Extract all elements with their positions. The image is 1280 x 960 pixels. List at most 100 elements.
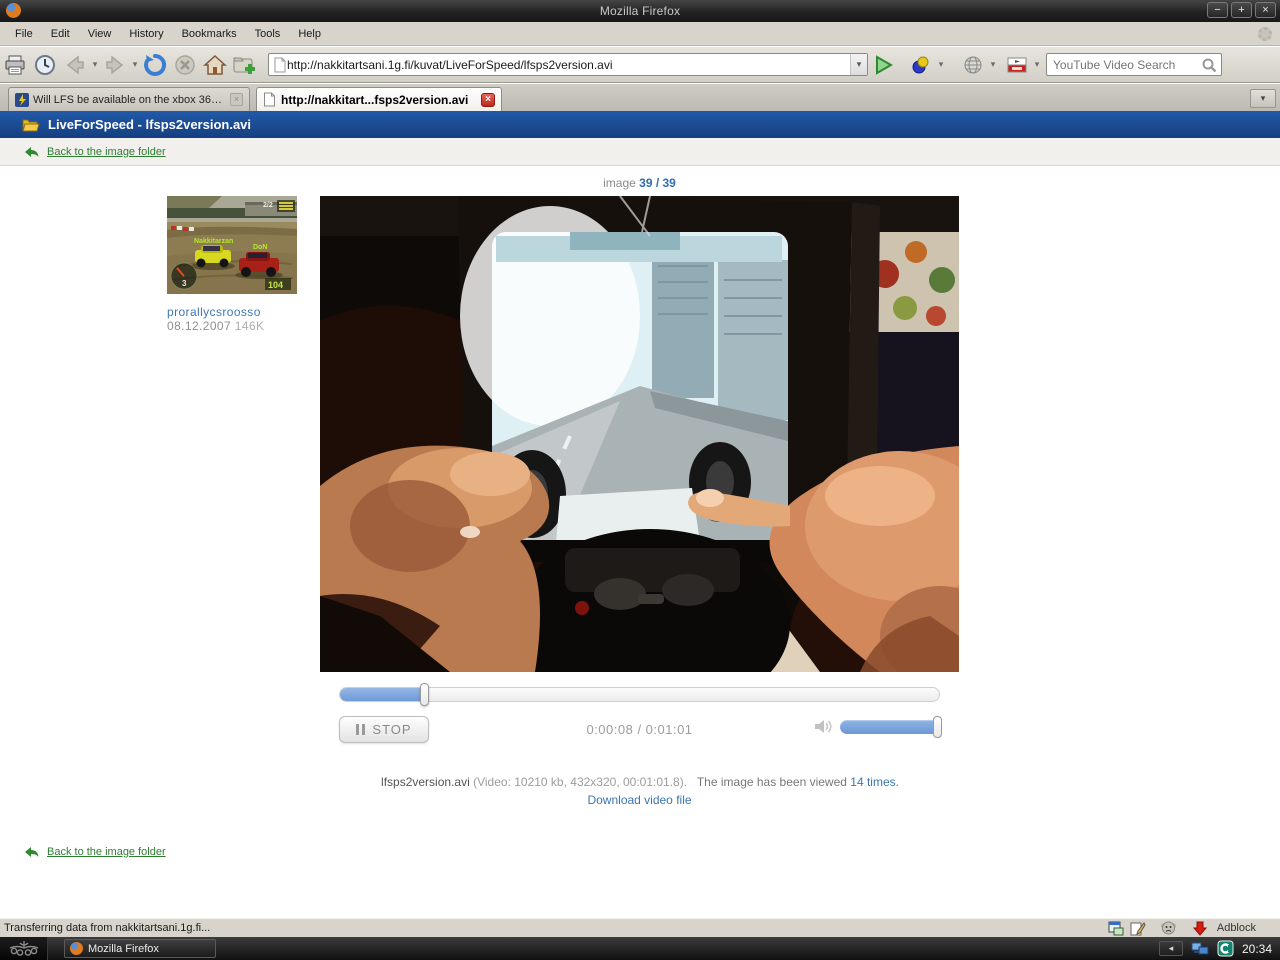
youtube-icon[interactable]: [1004, 52, 1030, 78]
tab-bar: Will LFS be available on the xbox 360?..…: [0, 84, 1280, 111]
extension-orbs-icon[interactable]: [908, 52, 934, 78]
back-dropdown-icon[interactable]: [90, 55, 100, 75]
thumbnail-block: 3 Nakkitarzan DoN 2/2 104 prorallycsroos…: [167, 196, 307, 333]
search-icon[interactable]: [1202, 58, 1217, 73]
tab-title: http://nakkitart...fsps2version.avi: [281, 92, 469, 107]
window-status-icon[interactable]: [1108, 921, 1124, 936]
tray-collapse-icon[interactable]: [1158, 941, 1183, 956]
volume-handle[interactable]: [933, 715, 942, 738]
volume-control: [814, 715, 942, 738]
maximize-button[interactable]: +: [1231, 2, 1252, 18]
globe-dropdown-icon[interactable]: [988, 55, 998, 75]
forward-dropdown-icon[interactable]: [130, 55, 140, 75]
menu-bar: File Edit View History Bookmarks Tools H…: [0, 22, 1280, 46]
reload-icon[interactable]: [142, 52, 168, 78]
page-title: LiveForSpeed - lfsps2version.avi: [48, 117, 252, 132]
tab-close-icon[interactable]: [481, 92, 495, 107]
add-folder-icon[interactable]: [232, 52, 258, 78]
gallery-header: LiveForSpeed - lfsps2version.avi: [0, 111, 1280, 138]
firefox-logo-icon: [6, 3, 21, 18]
thumbnail-meta: 08.12.2007 146K: [167, 319, 307, 333]
image-counter-label: image: [603, 176, 636, 190]
video-progress-bar[interactable]: [339, 683, 940, 706]
network-icon[interactable]: [1191, 941, 1209, 956]
back-icon[interactable]: [62, 52, 88, 78]
back-navigation-bottom: Back to the image folder: [0, 846, 400, 858]
edit-pencil-icon[interactable]: [1130, 921, 1146, 936]
stop-icon[interactable]: [172, 52, 198, 78]
download-video-link[interactable]: Download video file: [587, 793, 691, 807]
page-icon: [274, 57, 286, 72]
thumb-player1-text: Nakkitarzan: [194, 238, 233, 245]
forward-icon[interactable]: [102, 52, 128, 78]
taskbar-firefox-button[interactable]: Mozilla Firefox: [64, 939, 216, 958]
thumb-lap-text: 2/2: [263, 202, 273, 209]
start-ornament-icon: [9, 941, 38, 956]
taskbar: Mozilla Firefox 20:34: [0, 937, 1280, 960]
image-counter-value: 39 / 39: [639, 176, 676, 190]
video-frame-image: [200, 195, 1070, 736]
go-icon[interactable]: [870, 52, 896, 78]
menu-help[interactable]: Help: [289, 24, 330, 44]
speaker-icon[interactable]: [814, 718, 834, 735]
status-bar: Transferring data from nakkitartsani.1g.…: [0, 918, 1280, 937]
thumbnail-image[interactable]: 3 Nakkitarzan DoN 2/2 104: [167, 196, 297, 294]
extension-dropdown-icon[interactable]: [936, 55, 946, 75]
menu-bookmarks[interactable]: Bookmarks: [173, 24, 246, 44]
back-to-folder-link-bottom[interactable]: Back to the image folder: [47, 846, 166, 858]
file-info-line: lfsps2version.avi (Video: 10210 kb, 432x…: [220, 775, 1060, 789]
video-progress-handle[interactable]: [420, 683, 429, 706]
greasemonkey-icon[interactable]: [1160, 920, 1177, 936]
address-dropdown-icon[interactable]: [850, 54, 867, 75]
gear-icon: [1258, 27, 1272, 41]
home-icon[interactable]: [202, 52, 228, 78]
start-button[interactable]: [0, 937, 48, 960]
menu-history[interactable]: History: [120, 24, 172, 44]
back-arrow-icon: [25, 146, 39, 157]
search-bar[interactable]: [1046, 53, 1222, 76]
window-titlebar: Mozilla Firefox − + ×: [0, 0, 1280, 22]
tab-video-page[interactable]: http://nakkitart...fsps2version.avi: [256, 87, 502, 111]
menu-view[interactable]: View: [79, 24, 121, 44]
history-clock-icon[interactable]: [32, 52, 58, 78]
window-title: Mozilla Firefox: [599, 4, 681, 18]
tab-title: Will LFS be available on the xbox 360?..…: [33, 93, 226, 106]
file-name: lfsps2version.avi: [381, 775, 470, 789]
search-engine-dropdown-icon[interactable]: [1032, 55, 1042, 75]
video-player-frame[interactable]: [200, 195, 1070, 736]
adblock-label[interactable]: Adblock: [1217, 922, 1274, 934]
taskbar-button-label: Mozilla Firefox: [88, 942, 159, 955]
menu-file[interactable]: File: [6, 24, 42, 44]
search-input[interactable]: [1053, 57, 1199, 72]
viewed-text: The image has been viewed: [696, 775, 847, 789]
folder-icon: [22, 119, 40, 131]
menu-edit[interactable]: Edit: [42, 24, 79, 44]
menu-tools[interactable]: Tools: [246, 24, 290, 44]
close-button[interactable]: ×: [1255, 2, 1276, 18]
tray-clock: 20:34: [1241, 941, 1272, 956]
thumbnail-link[interactable]: prorallycsroosso: [167, 305, 307, 319]
back-to-folder-link[interactable]: Back to the image folder: [47, 146, 166, 158]
tab-xbox-thread[interactable]: Will LFS be available on the xbox 360?..…: [8, 87, 250, 111]
navigation-toolbar: [0, 47, 1280, 83]
address-bar[interactable]: [268, 53, 868, 76]
adblock-icon[interactable]: [1192, 921, 1207, 936]
print-icon[interactable]: [2, 52, 28, 78]
thumb-speed-text: 104: [268, 280, 283, 290]
back-navigation-strip: Back to the image folder: [0, 138, 1280, 166]
tab-close-icon[interactable]: [230, 93, 243, 106]
page-content: image 39 / 39 3 Nakkitarzan DoN 2/2 104 …: [0, 166, 1280, 918]
thumb-gear-text: 3: [182, 279, 187, 288]
status-text: Transferring data from nakkitartsani.1g.…: [4, 922, 211, 934]
firefox-icon: [70, 942, 83, 955]
globe-icon[interactable]: [960, 52, 986, 78]
tray-app-icon[interactable]: [1217, 940, 1234, 957]
back-arrow-icon: [25, 847, 39, 857]
address-input[interactable]: [287, 57, 850, 72]
minimize-button[interactable]: −: [1207, 2, 1228, 18]
viewed-times-link[interactable]: 14 times.: [850, 775, 899, 789]
image-counter: image 39 / 39: [320, 176, 959, 190]
volume-slider[interactable]: [840, 715, 942, 738]
thumb-player2-text: DoN: [253, 244, 267, 251]
tab-list-dropdown-icon[interactable]: [1250, 89, 1276, 108]
